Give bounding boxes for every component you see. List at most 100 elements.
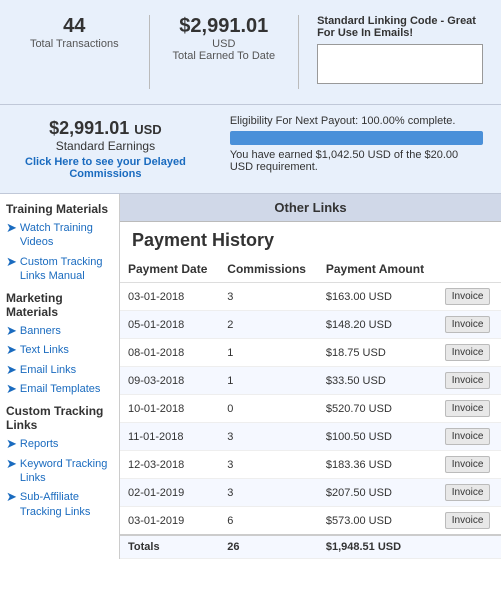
payment-amount-cell: $573.00 USD (318, 507, 437, 536)
reports-link[interactable]: Reports (20, 437, 59, 451)
custom-tracking-links-manual-link[interactable]: Custom Tracking Links Manual (20, 255, 113, 284)
top-stats-bar: 44 Total Transactions $2,991.01 USD Tota… (0, 0, 501, 105)
sidebar-item-text-links[interactable]: ➤ Text Links (6, 343, 113, 357)
invoice-cell[interactable]: Invoice (437, 451, 501, 479)
sidebar-item-custom-tracking-links-manual[interactable]: ➤ Custom Tracking Links Manual (6, 255, 113, 284)
invoice-button[interactable]: Invoice (445, 344, 491, 361)
payout-bar-fill (230, 131, 483, 145)
total-earned-box: $2,991.01 USD Total Earned To Date (160, 10, 289, 94)
payment-date-cell: 08-01-2018 (120, 339, 219, 367)
table-row: 11-01-2018 3 $100.50 USD Invoice (120, 423, 501, 451)
table-row: 10-01-2018 0 $520.70 USD Invoice (120, 395, 501, 423)
sidebar-item-sub-affiliate[interactable]: ➤ Sub-Affiliate Tracking Links (6, 490, 113, 519)
invoice-button[interactable]: Invoice (445, 484, 491, 501)
total-transactions-box: 44 Total Transactions (10, 10, 139, 94)
payment-date-cell: 03-01-2019 (120, 507, 219, 536)
standard-earnings-amount: $2,991.01 USD (15, 118, 196, 139)
totals-amount: $1,948.51 USD (318, 535, 437, 559)
sidebar: Training Materials ➤ Watch Training Vide… (0, 194, 120, 559)
table-row: 05-01-2018 2 $148.20 USD Invoice (120, 311, 501, 339)
invoice-cell[interactable]: Invoice (437, 311, 501, 339)
standard-earnings-box: $2,991.01 USD Standard Earnings Click He… (10, 113, 201, 185)
payment-amount-cell: $183.36 USD (318, 451, 437, 479)
sidebar-item-keyword-tracking[interactable]: ➤ Keyword Tracking Links (6, 457, 113, 486)
payment-amount-cell: $33.50 USD (318, 367, 437, 395)
table-row: 03-01-2019 6 $573.00 USD Invoice (120, 507, 501, 536)
invoice-cell[interactable]: Invoice (437, 507, 501, 536)
col-payment-amount: Payment Amount (318, 256, 437, 283)
bullet-icon: ➤ (6, 324, 17, 338)
payment-date-cell: 11-01-2018 (120, 423, 219, 451)
invoice-button[interactable]: Invoice (445, 428, 491, 445)
sidebar-item-reports[interactable]: ➤ Reports (6, 437, 113, 451)
watch-training-link[interactable]: Watch Training Videos (20, 221, 113, 250)
sidebar-item-banners[interactable]: ➤ Banners (6, 324, 113, 338)
payment-amount-cell: $207.50 USD (318, 479, 437, 507)
totals-row: Totals 26 $1,948.51 USD (120, 535, 501, 559)
col-commissions: Commissions (219, 256, 318, 283)
payment-date-cell: 03-01-2018 (120, 283, 219, 311)
invoice-button[interactable]: Invoice (445, 456, 491, 473)
sub-affiliate-link[interactable]: Sub-Affiliate Tracking Links (20, 490, 113, 519)
commissions-cell: 3 (219, 423, 318, 451)
totals-commissions: 26 (219, 535, 318, 559)
invoice-cell[interactable]: Invoice (437, 367, 501, 395)
linking-code-panel: Standard Linking Code - Great For Use In… (309, 10, 491, 94)
invoice-cell[interactable]: Invoice (437, 339, 501, 367)
earned-amount: $2,991.01 (165, 15, 284, 38)
invoice-button[interactable]: Invoice (445, 288, 491, 305)
standard-earnings-label: Standard Earnings (15, 139, 196, 153)
payment-table: Payment Date Commissions Payment Amount … (120, 256, 501, 559)
invoice-cell[interactable]: Invoice (437, 423, 501, 451)
content-area: Other Links Payment History Payment Date… (120, 194, 501, 559)
email-templates-link[interactable]: Email Templates (20, 382, 101, 396)
delayed-commissions-link[interactable]: Click Here to see your Delayed Commissio… (15, 156, 196, 180)
payment-date-cell: 05-01-2018 (120, 311, 219, 339)
bullet-icon: ➤ (6, 363, 17, 377)
commissions-cell: 3 (219, 479, 318, 507)
text-links-link[interactable]: Text Links (20, 343, 69, 357)
marketing-section-title: Marketing Materials (6, 291, 113, 319)
email-links-link[interactable]: Email Links (20, 363, 76, 377)
linking-code-input[interactable] (317, 44, 483, 84)
invoice-cell[interactable]: Invoice (437, 395, 501, 423)
invoice-button[interactable]: Invoice (445, 372, 491, 389)
transaction-label: Total Transactions (15, 38, 134, 50)
invoice-cell[interactable]: Invoice (437, 479, 501, 507)
linking-code-title: Standard Linking Code - Great For Use In… (317, 15, 483, 39)
earned-currency: USD (165, 38, 284, 50)
bullet-icon: ➤ (6, 221, 17, 235)
invoice-cell[interactable]: Invoice (437, 283, 501, 311)
keyword-tracking-link[interactable]: Keyword Tracking Links (20, 457, 113, 486)
invoice-button[interactable]: Invoice (445, 400, 491, 417)
bullet-icon: ➤ (6, 437, 17, 451)
invoice-button[interactable]: Invoice (445, 512, 491, 529)
sidebar-item-watch-training[interactable]: ➤ Watch Training Videos (6, 221, 113, 250)
payment-amount-cell: $163.00 USD (318, 283, 437, 311)
banners-link[interactable]: Banners (20, 324, 61, 338)
col-action (437, 256, 501, 283)
sidebar-item-email-templates[interactable]: ➤ Email Templates (6, 382, 113, 396)
commissions-cell: 1 (219, 339, 318, 367)
other-links-header: Other Links (120, 194, 501, 222)
main-body: Training Materials ➤ Watch Training Vide… (0, 194, 501, 559)
sidebar-item-email-links[interactable]: ➤ Email Links (6, 363, 113, 377)
custom-tracking-section-title: Custom Tracking Links (6, 404, 113, 432)
commissions-cell: 3 (219, 283, 318, 311)
stats-divider (149, 15, 150, 89)
bullet-icon: ➤ (6, 457, 17, 471)
commissions-cell: 2 (219, 311, 318, 339)
payment-amount-cell: $18.75 USD (318, 339, 437, 367)
payment-date-cell: 10-01-2018 (120, 395, 219, 423)
col-payment-date: Payment Date (120, 256, 219, 283)
commissions-cell: 1 (219, 367, 318, 395)
commissions-cell: 3 (219, 451, 318, 479)
eligibility-text: Eligibility For Next Payout: 100.00% com… (230, 115, 483, 127)
payout-bar-container (230, 131, 483, 145)
payment-amount-cell: $520.70 USD (318, 395, 437, 423)
earned-requirement-text: You have earned $1,042.50 USD of the $20… (230, 149, 483, 173)
bullet-icon: ➤ (6, 343, 17, 357)
second-stats-bar: $2,991.01 USD Standard Earnings Click He… (0, 105, 501, 194)
invoice-button[interactable]: Invoice (445, 316, 491, 333)
payment-amount-cell: $148.20 USD (318, 311, 437, 339)
